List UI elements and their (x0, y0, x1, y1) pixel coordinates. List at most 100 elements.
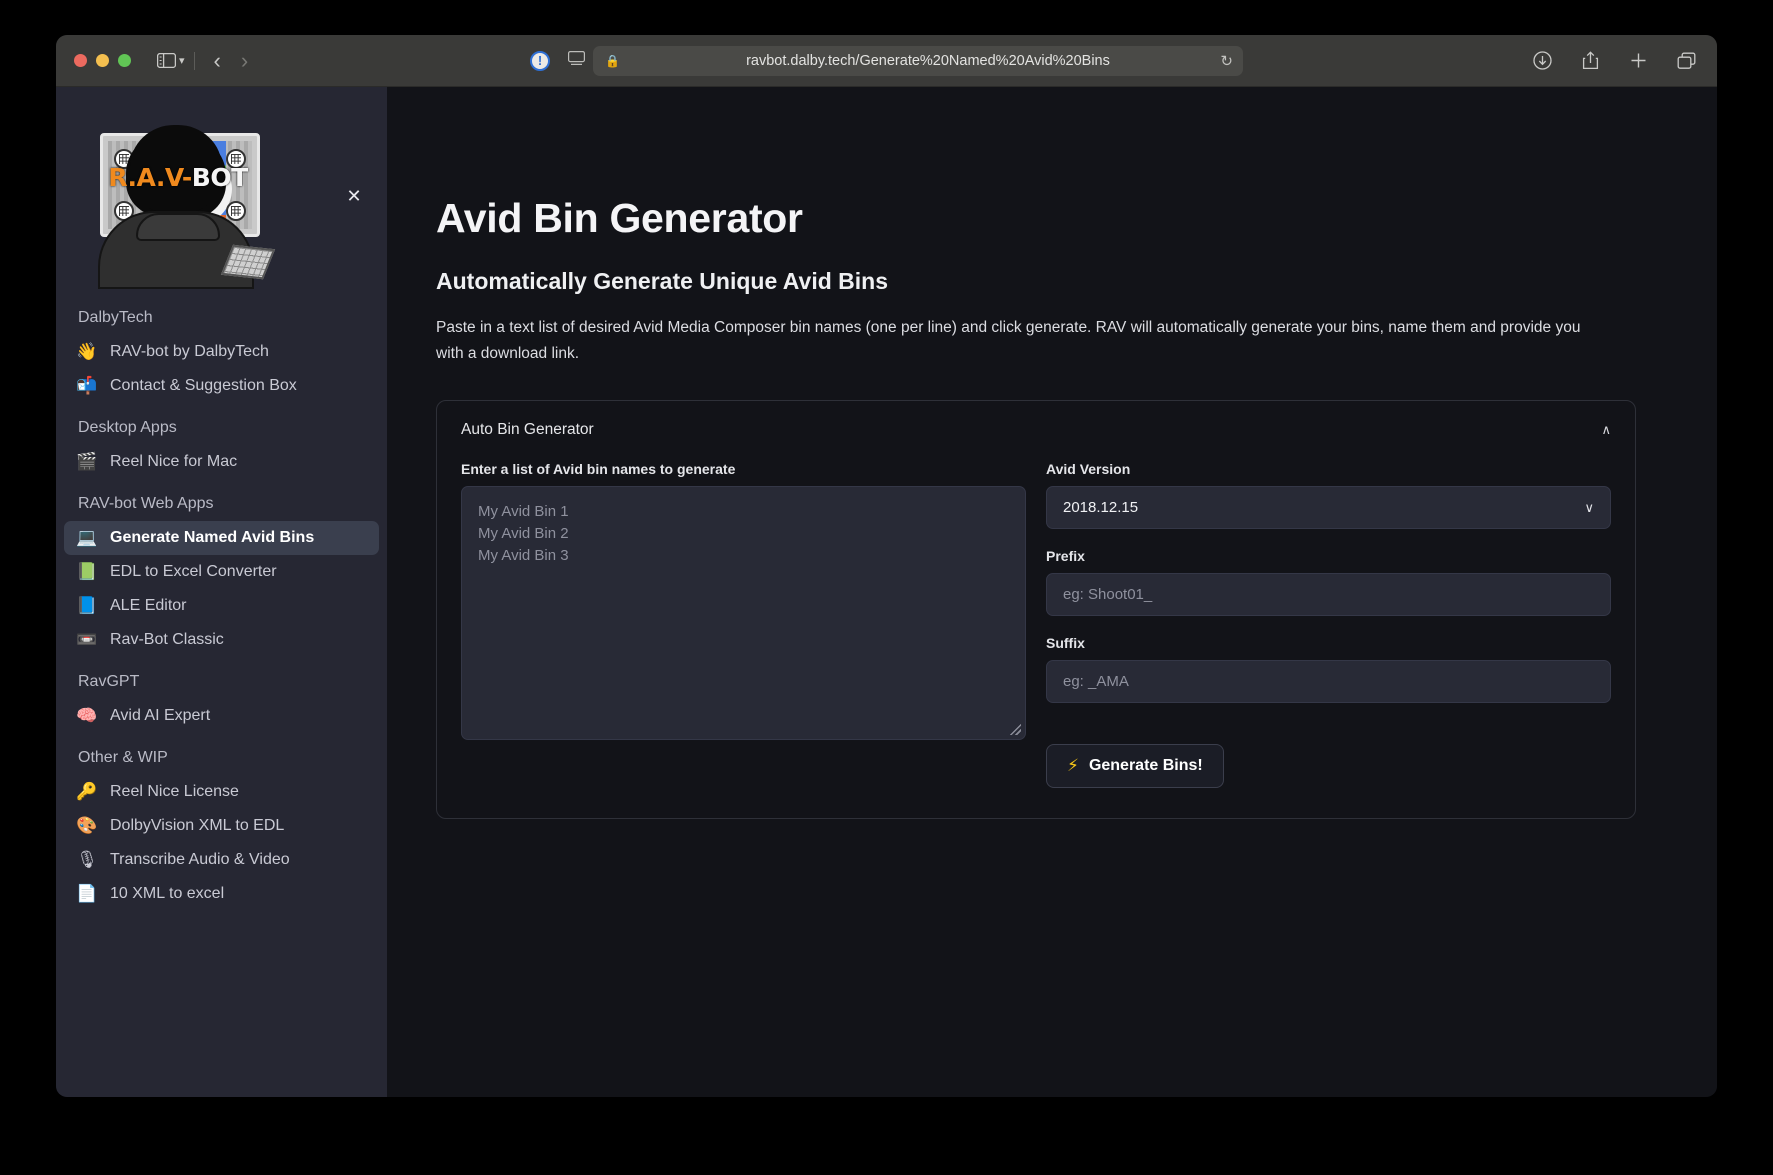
zoom-window-button[interactable] (118, 54, 131, 67)
bin-names-label: Enter a list of Avid bin names to genera… (461, 461, 1026, 477)
logo-word-bot: BOT (192, 163, 248, 192)
sidebar-item-dolbyvision-xml-to-edl[interactable]: 🎨 DolbyVision XML to EDL (64, 809, 379, 843)
chevron-down-icon[interactable]: ▾ (179, 54, 185, 67)
logo-wordmark: R.A.V-BOT (108, 163, 248, 192)
main-content: Avid Bin Generator Automatically Generat… (387, 87, 1717, 1097)
sidebar-group-label: Desktop Apps (56, 403, 387, 445)
sidebar-item-label: ALE Editor (110, 597, 186, 615)
sidebar-item-label: DolbyVision XML to EDL (110, 817, 284, 835)
chevron-down-icon: ∨ (1584, 500, 1594, 516)
placeholder-line: My Avid Bin 3 (478, 545, 1009, 567)
palette-icon: 🎨 (76, 818, 98, 835)
url-text: ravbot.dalby.tech/Generate%20Named%20Avi… (625, 53, 1231, 69)
avid-version-select[interactable]: 2018.12.15 ∨ (1046, 486, 1611, 529)
auto-bin-generator-card: Auto Bin Generator ∧ Enter a list of Avi… (436, 400, 1636, 819)
url-input[interactable]: 🔒 ravbot.dalby.tech/Generate%20Named%20A… (593, 46, 1243, 76)
suffix-field: Suffix eg: _AMA (1046, 635, 1611, 703)
prefix-label: Prefix (1046, 548, 1611, 564)
share-icon[interactable] (1577, 48, 1603, 74)
resize-handle[interactable] (1010, 724, 1021, 735)
tab-overview-icon[interactable] (1673, 48, 1699, 74)
reload-icon[interactable]: ↻ (1220, 52, 1233, 70)
chevron-up-icon[interactable]: ∧ (1601, 422, 1611, 438)
placeholder-line: My Avid Bin 2 (478, 523, 1009, 545)
sidebar-group-label: Other & WIP (56, 733, 387, 775)
lock-icon: 🔒 (605, 54, 620, 68)
card-title: Auto Bin Generator (461, 421, 594, 439)
laptop-icon: 💻 (76, 530, 98, 547)
sidebar-nav: DalbyTech 👋 RAV-bot by DalbyTech 📬 Contact &… (56, 289, 387, 911)
page-icon: 📄 (76, 886, 98, 903)
prefix-field: Prefix eg: Shoot01_ (1046, 548, 1611, 616)
bin-names-placeholder: My Avid Bin 1My Avid Bin 2My Avid Bin 3 (478, 501, 1009, 566)
sidebar-item-10-xml-to-excel[interactable]: 📄 10 XML to excel (64, 877, 379, 911)
sidebar-item-transcribe-audio-video[interactable]: 🎙 Transcribe Audio & Video (64, 843, 379, 877)
sidebar-item-reel-nice-license[interactable]: 🔑 Reel Nice License (64, 775, 379, 809)
traffic-lights (74, 54, 131, 67)
avid-version-label: Avid Version (1046, 461, 1611, 477)
url-display: 🔒 ravbot.dalby.tech/Generate%20Named%20A… (605, 53, 1231, 69)
brain-icon: 🧠 (76, 708, 98, 725)
prefix-input[interactable]: eg: Shoot01_ (1046, 573, 1611, 616)
logo-word-rav: R.A.V- (108, 163, 191, 192)
lightning-icon: ⚡ (1067, 756, 1079, 776)
sidebar-item-rav-bot-classic[interactable]: 📼Rav-Bot Classic (64, 623, 379, 657)
placeholder-line: My Avid Bin 1 (478, 501, 1009, 523)
sidebar-item-generate-named-avid-bins[interactable]: 💻 Generate Named Avid Bins (64, 521, 379, 555)
waving-hand-icon: 👋 (76, 344, 98, 361)
privacy-report-icon[interactable]: ! (530, 51, 550, 71)
browser-window: ▾ ‹ › ! 🔒 ravbot.dalby.tech/Generate%20N… (56, 35, 1717, 1097)
sidebar-group-label: RAV-bot Web Apps (56, 479, 387, 521)
sidebar-item-avid-ai-expert[interactable]: 🧠 Avid AI Expert (64, 699, 379, 733)
avid-version-field: Avid Version 2018.12.15 ∨ (1046, 461, 1611, 529)
sidebar-item-rav-bot-by-dalbytech[interactable]: 👋 RAV-bot by DalbyTech (64, 335, 379, 369)
suffix-label: Suffix (1046, 635, 1611, 651)
close-icon[interactable]: ✕ (343, 185, 365, 207)
sidebar-item-label: Transcribe Audio & Video (110, 851, 290, 869)
options-column: Avid Version 2018.12.15 ∨ Prefix eg: Sho… (1046, 461, 1611, 788)
sidebar-item-label: 10 XML to excel (110, 885, 224, 903)
avid-version-value: 2018.12.15 (1063, 499, 1138, 516)
green-book-icon: 📗 (76, 564, 98, 581)
sidebar-item-label: RAV-bot by DalbyTech (110, 343, 269, 361)
generate-bins-label: Generate Bins! (1089, 757, 1203, 775)
address-bar-area: ! 🔒 ravbot.dalby.tech/Generate%20Named%2… (56, 46, 1717, 76)
sidebar-item-label: Rav-Bot Classic (110, 631, 224, 649)
sidebar-item-label: Contact & Suggestion Box (110, 377, 297, 395)
sidebar-item-label: Reel Nice License (110, 783, 239, 801)
sidebar-item-contact-suggestion-box[interactable]: 📬 Contact & Suggestion Box (64, 369, 379, 403)
microphone-icon: 🎙 (76, 852, 98, 869)
sidebar-item-edl-to-excel-converter[interactable]: 📗EDL to Excel Converter (64, 555, 379, 589)
sidebar-item-ale-editor[interactable]: 📘ALE Editor (64, 589, 379, 623)
sidebar-group-label: DalbyTech (56, 293, 387, 335)
downloads-icon[interactable] (1529, 48, 1555, 74)
sidebar-item-label: Generate Named Avid Bins (110, 529, 314, 547)
back-button[interactable]: ‹ (204, 50, 231, 72)
new-tab-icon[interactable] (1625, 48, 1651, 74)
bin-names-input[interactable]: My Avid Bin 1My Avid Bin 2My Avid Bin 3 (461, 486, 1026, 740)
card-body: Enter a list of Avid bin names to genera… (461, 461, 1611, 788)
sidebar-group-label: RavGPT (56, 657, 387, 699)
sidebar-item-label: Reel Nice for Mac (110, 453, 237, 471)
generate-bins-button[interactable]: ⚡ Generate Bins! (1046, 744, 1224, 788)
logo-wrap: R.A.V-BOT (56, 87, 387, 289)
sidebar-icon[interactable] (153, 48, 179, 74)
bin-names-column: Enter a list of Avid bin names to genera… (461, 461, 1026, 788)
suffix-input[interactable]: eg: _AMA (1046, 660, 1611, 703)
close-window-button[interactable] (74, 54, 87, 67)
sidebar-item-label: Avid AI Expert (110, 707, 210, 725)
clapper-board-icon: 🎬 (76, 454, 98, 471)
page-title: Avid Bin Generator (436, 195, 1657, 242)
card-header[interactable]: Auto Bin Generator ∧ (461, 421, 1611, 439)
ravbot-logo: R.A.V-BOT (92, 123, 268, 289)
minimize-window-button[interactable] (96, 54, 109, 67)
toolbar-divider (194, 52, 195, 70)
mailbox-icon: 📬 (76, 378, 98, 395)
reader-view-icon[interactable] (568, 51, 585, 71)
app-sidebar: ✕ R.A.V-BOT (56, 87, 387, 1097)
page-subtitle: Automatically Generate Unique Avid Bins (436, 268, 1657, 295)
sidebar-item-reel-nice-for-mac[interactable]: 🎬 Reel Nice for Mac (64, 445, 379, 479)
forward-button[interactable]: › (231, 50, 258, 72)
page-body: ✕ R.A.V-BOT (56, 87, 1717, 1097)
key-icon: 🔑 (76, 784, 98, 801)
